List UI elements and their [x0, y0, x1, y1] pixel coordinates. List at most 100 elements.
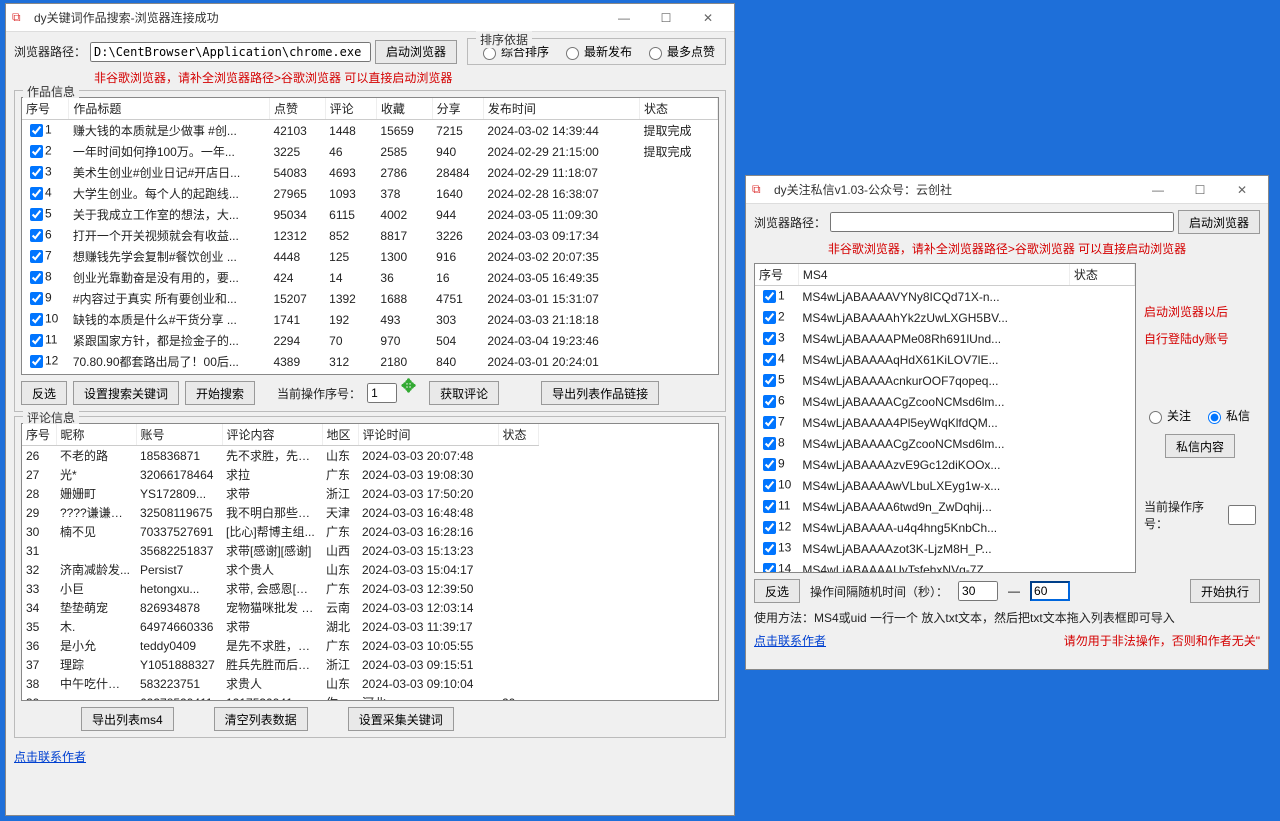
table-row[interactable]: 29????谦谦君子32508119675我不明白那些在...天津2024-03…: [22, 503, 718, 522]
table-row[interactable]: 12MS4wLjABAAAA-u4q4hng5KnbCh...: [755, 517, 1135, 538]
table-row[interactable]: 1270.80.90都套路出局了！00后...43893122180840202…: [22, 351, 718, 372]
table-row[interactable]: 28姗姗町YS172809...求带浙江2024-03-03 17:50:20: [22, 484, 718, 503]
row-checkbox[interactable]: [763, 332, 776, 345]
close-button[interactable]: ✕: [1222, 179, 1262, 201]
row-checkbox[interactable]: [30, 229, 43, 242]
contact-author-link[interactable]: 点击联系作者: [14, 750, 86, 764]
row-checkbox[interactable]: [763, 437, 776, 450]
row-checkbox[interactable]: [30, 187, 43, 200]
table-row[interactable]: 30楠不见70337527691[比心]帮博主组...广东2024-03-03 …: [22, 522, 718, 541]
browser-path-input[interactable]: [90, 42, 371, 62]
col-header[interactable]: 作品标题: [69, 98, 270, 120]
table-row[interactable]: 11MS4wLjABAAAA6twd9n_ZwDqhij...: [755, 496, 1135, 517]
table-row[interactable]: 5关于我成立工作室的想法，大...95034611540029442024-03…: [22, 204, 718, 225]
table-row[interactable]: 35木.64974660336求带湖北2024-03-03 11:39:17: [22, 617, 718, 636]
dm-content-button[interactable]: 私信内容: [1165, 434, 1235, 458]
cur-op-input[interactable]: [1228, 505, 1256, 525]
set-keywords-button[interactable]: 设置搜索关键词: [73, 381, 179, 405]
table-row[interactable]: 5MS4wLjABAAAAcnkurOOF7qopeq...: [755, 370, 1135, 391]
table-row[interactable]: 13MS4wLjABAAAAzot3K-LjzM8H_P...: [755, 538, 1135, 559]
table-row[interactable]: 10MS4wLjABAAAAwVLbuLXEyg1w-x...: [755, 475, 1135, 496]
browser-path-input[interactable]: [830, 212, 1174, 232]
export-ms4-button[interactable]: 导出列表ms4: [81, 707, 174, 731]
ms4-list[interactable]: 序号MS4状态1MS4wLjABAAAAVYNy8ICQd71X-n...2MS…: [754, 263, 1136, 573]
clear-list-button[interactable]: 清空列表数据: [214, 707, 308, 731]
radio-dm[interactable]: 私信: [1203, 407, 1250, 424]
contact-author-link[interactable]: 点击联系作者: [754, 632, 826, 649]
table-row[interactable]: 11紧跟国家方针，都是捡金子的...2294709705042024-03-04…: [22, 330, 718, 351]
launch-browser-button[interactable]: 启动浏览器: [375, 40, 457, 64]
table-row[interactable]: 14MS4wLjABAAAAUvTsfehxNVg-7Z...: [755, 559, 1135, 573]
table-row[interactable]: 10缺钱的本质是什么#干货分享 ...17411924933032024-03-…: [22, 309, 718, 330]
sort-opt-1[interactable]: 最新发布: [561, 43, 632, 60]
row-checkbox[interactable]: [30, 250, 43, 263]
table-row[interactable]: 4MS4wLjABAAAAqHdX61KiLOV7lE...: [755, 349, 1135, 370]
table-row[interactable]: 6MS4wLjABAAAACgZcooNCMsd6lm...: [755, 391, 1135, 412]
maximize-button[interactable]: ☐: [646, 7, 686, 29]
table-row[interactable]: 2一年时间如何挣100万。一年...32254625859402024-02-2…: [22, 141, 718, 162]
row-checkbox[interactable]: [763, 374, 776, 387]
row-checkbox[interactable]: [763, 521, 776, 534]
row-checkbox[interactable]: [30, 334, 43, 347]
table-row[interactable]: 2MS4wLjABAAAAhYk2zUwLXGH5BV...: [755, 307, 1135, 328]
col-header[interactable]: 状态: [498, 424, 538, 446]
comments-list[interactable]: 序号昵称账号评论内容地区评论时间状态26不老的路185836871先不求胜，先不…: [21, 423, 719, 701]
export-links-button[interactable]: 导出列表作品链接: [541, 381, 659, 405]
interval-max-input[interactable]: [1030, 581, 1070, 601]
table-row[interactable]: 32济南减龄发...Persist7求个贵人山东2024-03-03 15:04…: [22, 560, 718, 579]
maximize-button[interactable]: ☐: [1180, 179, 1220, 201]
table-row[interactable]: 33小巨hetongxu...求带, 会感恩[比心]广东2024-03-03 1…: [22, 579, 718, 598]
col-header[interactable]: 收藏: [376, 98, 432, 120]
row-checkbox[interactable]: [763, 458, 776, 471]
table-row[interactable]: 8创业光靠勤奋是没有用的，要...4241436162024-03-05 16:…: [22, 267, 718, 288]
row-checkbox[interactable]: [30, 313, 43, 326]
table-row[interactable]: 4大学生创业。每个人的起跑线...27965109337816402024-02…: [22, 183, 718, 204]
col-header[interactable]: 评论时间: [358, 424, 498, 446]
col-header[interactable]: 状态: [639, 98, 717, 120]
minimize-button[interactable]: —: [604, 7, 644, 29]
table-row[interactable]: 3135682251837求带[感谢][感谢]山西2024-03-03 15:1…: [22, 541, 718, 560]
row-checkbox[interactable]: [30, 271, 43, 284]
row-checkbox[interactable]: [763, 311, 776, 324]
interval-min-input[interactable]: [958, 581, 998, 601]
table-row[interactable]: 1赚大钱的本质就是少做事 #创...4210314481565972152024…: [22, 120, 718, 142]
table-row[interactable]: 34垫垫萌宠826934878宠物猫咪批发 寻...云南2024-03-03 1…: [22, 598, 718, 617]
set-collect-kw-button[interactable]: 设置采集关键词: [348, 707, 454, 731]
col-header[interactable]: 分享: [432, 98, 483, 120]
table-row[interactable]: 9MS4wLjABAAAAzvE9Gc12diKOOx...: [755, 454, 1135, 475]
col-header[interactable]: 评论内容: [222, 424, 322, 446]
col-header[interactable]: 序号: [755, 264, 798, 286]
table-row[interactable]: 6打开一个开关视频就会有收益...12312852881732262024-03…: [22, 225, 718, 246]
table-row[interactable]: 38中午吃什么@583223751求贵人山东2024-03-03 09:10:0…: [22, 674, 718, 693]
start-execute-button[interactable]: 开始执行: [1190, 579, 1260, 603]
col-header[interactable]: 序号: [22, 98, 69, 120]
table-row[interactable]: 7想赚钱先学会复制#餐饮创业 ...444812513009162024-03-…: [22, 246, 718, 267]
table-row[interactable]: 3美术生创业#创业日记#开店日...5408346932786284842024…: [22, 162, 718, 183]
table-row[interactable]: 1330多岁女性创业，最适合的三...31126961422024-03-04 …: [22, 372, 718, 375]
launch-browser-button[interactable]: 启动浏览器: [1178, 210, 1260, 234]
titlebar[interactable]: ⧉ dy关键词作品搜索-浏览器连接成功 — ☐ ✕: [6, 4, 734, 32]
col-header[interactable]: 账号: [136, 424, 222, 446]
row-checkbox[interactable]: [30, 292, 43, 305]
get-comments-button[interactable]: 获取评论: [429, 381, 499, 405]
works-list[interactable]: 序号作品标题点赞评论收藏分享发布时间状态1赚大钱的本质就是少做事 #创...42…: [21, 97, 719, 375]
col-header[interactable]: 点赞: [269, 98, 325, 120]
col-header[interactable]: 状态: [1069, 264, 1134, 286]
row-checkbox[interactable]: [763, 500, 776, 513]
radio-follow[interactable]: 关注: [1144, 407, 1191, 424]
start-search-button[interactable]: 开始搜索: [185, 381, 255, 405]
row-checkbox[interactable]: [30, 208, 43, 221]
col-header[interactable]: MS4: [798, 264, 1069, 286]
row-checkbox[interactable]: [763, 290, 776, 303]
minimize-button[interactable]: —: [1138, 179, 1178, 201]
table-row[interactable]: 26不老的路185836871先不求胜，先不...山东2024-03-03 20…: [22, 446, 718, 466]
row-checkbox[interactable]: [763, 353, 776, 366]
row-checkbox[interactable]: [30, 145, 43, 158]
titlebar[interactable]: ⧉ dy关注私信v1.03-公众号：云创社 — ☐ ✕: [746, 176, 1268, 204]
table-row[interactable]: 27光*32066178464求拉广东2024-03-03 19:08:30: [22, 465, 718, 484]
col-header[interactable]: 昵称: [56, 424, 136, 446]
row-checkbox[interactable]: [763, 479, 776, 492]
col-header[interactable]: 序号: [22, 424, 56, 446]
row-checkbox[interactable]: [763, 542, 776, 555]
row-checkbox[interactable]: [763, 563, 776, 573]
